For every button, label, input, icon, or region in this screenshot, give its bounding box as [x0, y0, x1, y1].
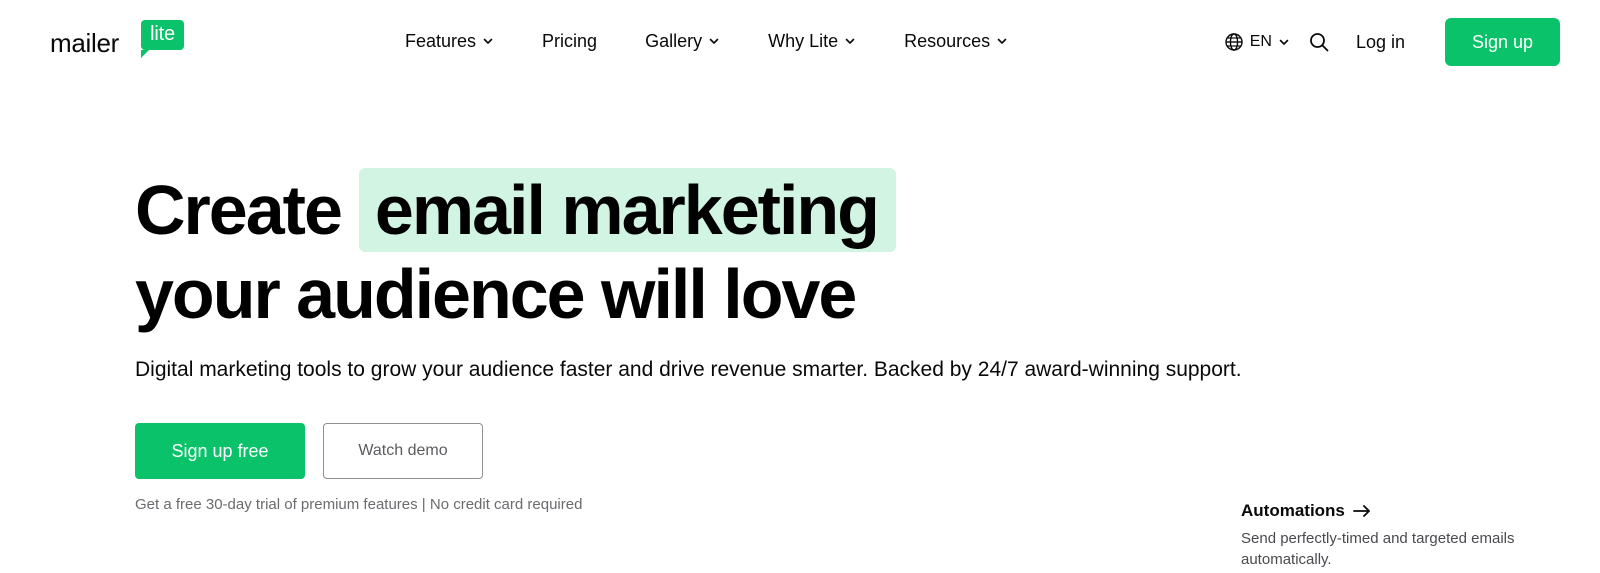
nav-item-label: Resources: [904, 30, 991, 51]
logo-badge: lite: [141, 20, 184, 58]
feature-card-automations: Automations Send perfectly-timed and tar…: [1241, 500, 1521, 570]
nav-item-features[interactable]: Features: [405, 31, 494, 52]
logo-wordmark: mailer: [50, 28, 119, 58]
nav-item-label: Gallery: [645, 30, 703, 51]
chevron-down-icon: [997, 38, 1007, 44]
search-button[interactable]: [1308, 31, 1330, 53]
headline-line-1: Create email marketing: [135, 168, 1335, 252]
feature-description: Send perfectly-timed and targeted emails…: [1241, 530, 1515, 568]
nav-item-gallery[interactable]: Gallery: [645, 31, 720, 52]
login-link[interactable]: Log in: [1356, 32, 1405, 53]
site-header: mailer lite Features Pricing Gallery Why…: [0, 0, 1600, 82]
feature-title-link[interactable]: Automations: [1241, 500, 1521, 522]
headline-line-2: your audience will love: [135, 255, 857, 333]
nav-item-resources[interactable]: Resources: [904, 31, 1008, 52]
feature-title: Automations: [1241, 501, 1345, 520]
language-label: EN: [1249, 33, 1272, 50]
trial-fineprint: Get a free 30-day trial of premium featu…: [135, 496, 583, 513]
headline-prefix: Create: [135, 171, 343, 249]
globe-icon: [1225, 33, 1243, 51]
main-nav: Features Pricing Gallery Why Lite Resour…: [405, 28, 1056, 54]
watch-demo-button[interactable]: Watch demo: [323, 423, 483, 479]
nav-item-why-lite[interactable]: Why Lite: [768, 31, 856, 52]
nav-item-label: Why Lite: [768, 30, 839, 51]
hero-subheadline: Digital marketing tools to grow your aud…: [135, 358, 1242, 381]
mailerlite-logo[interactable]: mailer lite: [50, 20, 190, 60]
signup-button[interactable]: Sign up: [1445, 18, 1560, 66]
nav-item-label: Features: [405, 30, 477, 51]
arrow-right-icon: [1352, 505, 1370, 517]
search-icon: [1310, 33, 1329, 52]
nav-item-pricing[interactable]: Pricing: [542, 31, 597, 52]
language-selector[interactable]: EN: [1224, 32, 1290, 52]
signup-free-button[interactable]: Sign up free: [135, 423, 305, 479]
nav-item-label: Pricing: [542, 30, 598, 51]
hero-cta-row: Sign up free Watch demo: [135, 423, 483, 479]
header-actions: EN Log in Sign up: [1224, 18, 1560, 66]
headline-highlight: email marketing: [358, 168, 896, 252]
chevron-down-icon: [845, 38, 855, 44]
chevron-down-icon: [1279, 39, 1289, 45]
chevron-down-icon: [709, 38, 719, 44]
chevron-down-icon: [483, 38, 493, 44]
hero-section: Create email marketing your audience wil…: [135, 168, 1335, 385]
hero-headline: Create email marketing your audience wil…: [135, 168, 1335, 336]
